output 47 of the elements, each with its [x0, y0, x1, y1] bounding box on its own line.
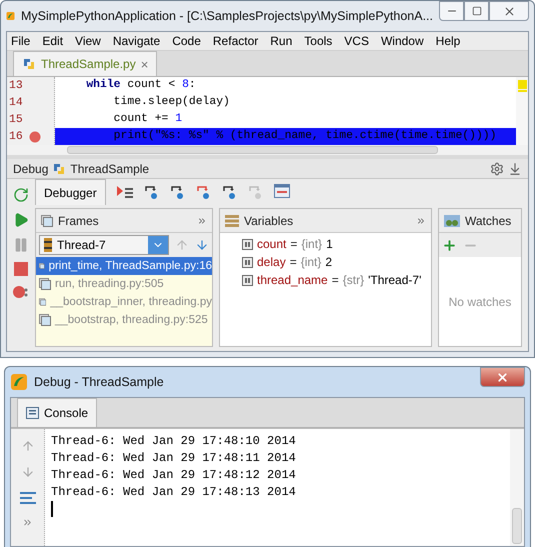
console-line: Thread-6: Wed Jan 29 17:48:13 2014 — [51, 484, 297, 501]
line-number: 15 — [9, 114, 24, 126]
menu-item[interactable]: Run — [270, 34, 292, 48]
variable-value: 1 — [326, 237, 333, 251]
panel-title: Watches — [465, 214, 512, 228]
tool-window-title: Debug — [13, 162, 48, 176]
file-tab[interactable]: ThreadSample.py × — [13, 51, 158, 76]
window-title: MySimplePythonApplication - [C:\SamplesProjects\py\MySimplePythonA... — [21, 9, 433, 23]
panel-title: Frames — [58, 214, 99, 228]
variable-name: count — [257, 237, 286, 251]
console-line: Thread-6: Wed Jan 29 17:48:12 2014 — [51, 467, 297, 484]
menu-item[interactable]: VCS — [344, 34, 369, 48]
menu-item[interactable]: Navigate — [112, 34, 160, 48]
menu-item[interactable]: File — [11, 34, 30, 48]
code-line: while count < 8: — [85, 78, 197, 93]
line-number: 13 — [9, 80, 24, 92]
run-configuration-name: ThreadSample — [70, 162, 150, 176]
variable-type: {str} — [342, 273, 364, 287]
variable-name: thread_name — [257, 273, 328, 287]
variable-value: 2 — [325, 255, 332, 269]
console-tab[interactable]: Console — [17, 398, 98, 427]
variable-type: {int} — [301, 237, 322, 251]
menu-item[interactable]: Help — [436, 34, 460, 48]
empty-message: No watches — [448, 294, 512, 308]
console-line: Thread-6: Wed Jan 29 17:48:10 2014 — [51, 433, 297, 450]
menu-item[interactable]: Tools — [304, 34, 332, 48]
frame-item[interactable]: print_time, ThreadSample.py:16 — [36, 257, 212, 275]
equals-sign: = — [290, 255, 297, 269]
equals-sign: = — [332, 273, 339, 287]
menu-item[interactable]: Window — [380, 34, 424, 48]
code-line: count += 1 — [112, 112, 184, 127]
line-number: 16 — [9, 130, 24, 142]
variable-type: {int} — [300, 255, 322, 269]
menu-item[interactable]: Refactor — [212, 34, 258, 48]
window-title: Debug - ThreadSample — [34, 375, 165, 389]
console-line: Thread-6: Wed Jan 29 17:48:11 2014 — [51, 450, 297, 467]
debugger-tab[interactable]: Debugger — [35, 179, 106, 205]
menu-item[interactable]: Code — [172, 34, 201, 48]
panel-title: Variables — [244, 214, 294, 228]
menu-item[interactable]: Edit — [42, 34, 64, 48]
line-number: 14 — [9, 96, 24, 108]
menu-item[interactable]: View — [75, 34, 101, 48]
equals-sign: = — [290, 237, 298, 251]
code-line: time.sleep(delay) — [112, 94, 231, 110]
variable-name: delay — [257, 255, 286, 269]
thread-dropdown[interactable]: Thread-7 — [39, 235, 169, 255]
variable-value: 'Thread-7' — [368, 273, 422, 287]
